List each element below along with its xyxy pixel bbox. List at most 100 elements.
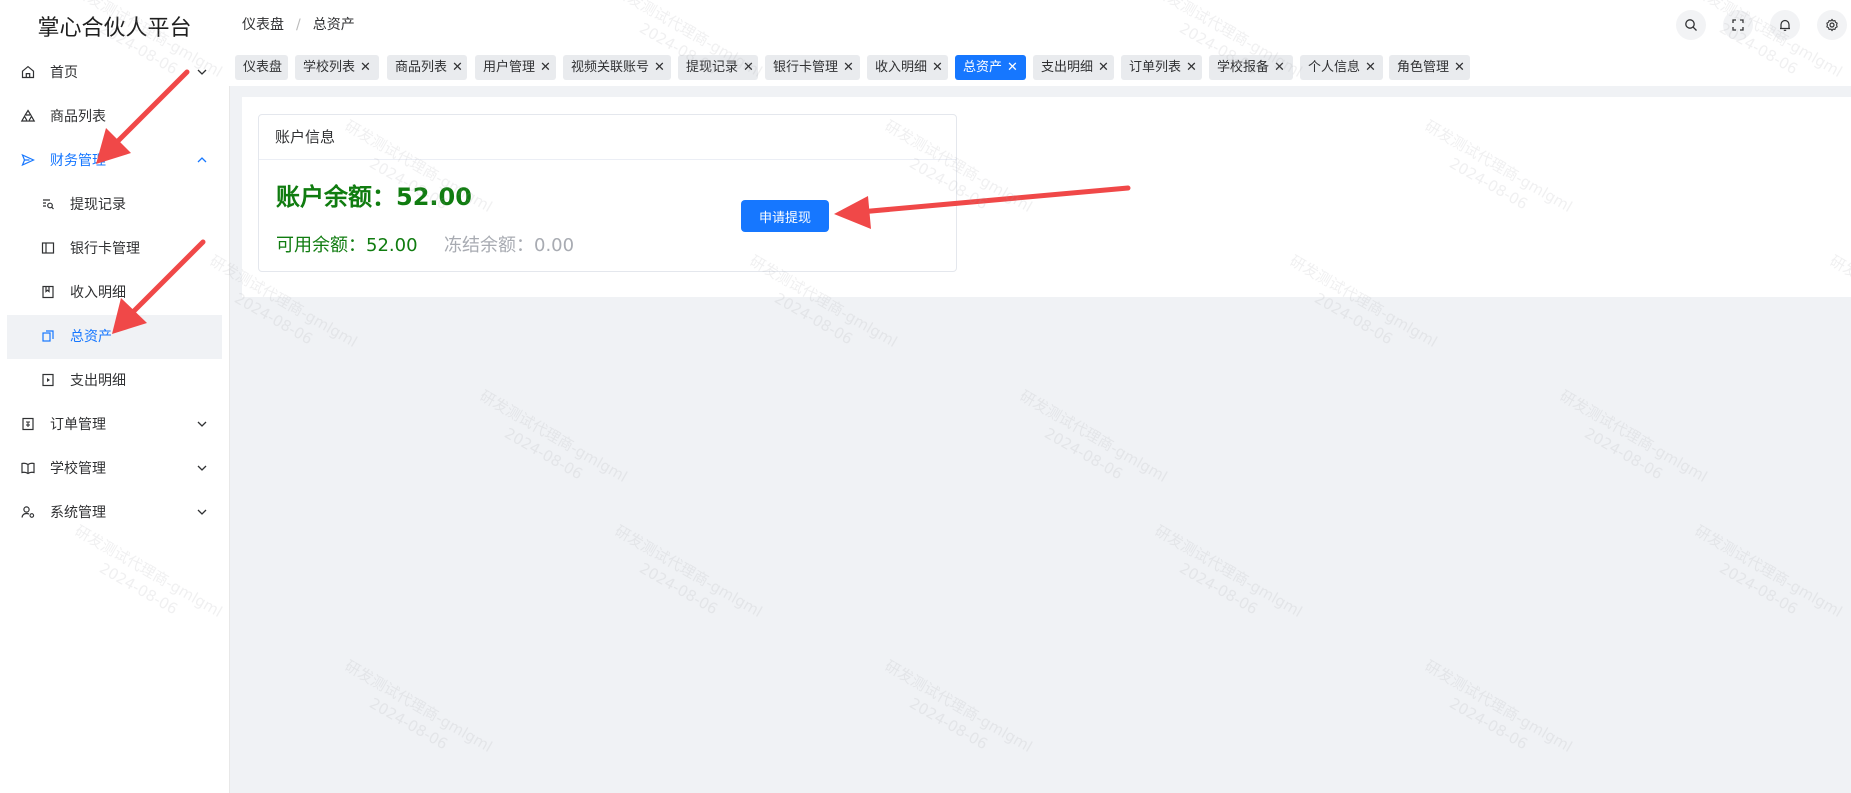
breadcrumb-home[interactable]: 仪表盘 — [242, 17, 284, 33]
tab-label: 角色管理 — [1397, 60, 1450, 75]
tab-label: 订单列表 — [1129, 60, 1182, 75]
tab-item[interactable]: 学校报备 ✕ — [1209, 55, 1293, 80]
tab-item[interactable]: 支出明细 ✕ — [1033, 55, 1114, 80]
account-info-card: 账户信息 账户余额：52.00 可用余额：52.00 冻结余额：0.00 — [258, 114, 957, 272]
play-doc-icon — [40, 372, 56, 388]
chevron-down-icon — [196, 418, 208, 430]
tab-item[interactable]: 视频关联账号 ✕ — [563, 55, 671, 80]
chevron-down-icon — [196, 66, 208, 78]
watermark-text: 研发测试代理商-gmlgml2024-08-06 — [466, 386, 631, 504]
watermark-line2: 2024-08-06 — [1041, 424, 1126, 484]
close-icon[interactable]: ✕ — [540, 60, 551, 75]
sidebar-item-total-assets[interactable]: 总资产 — [7, 315, 222, 359]
watermark-line2: 2024-08-06 — [1716, 559, 1801, 619]
tab-item[interactable]: 个人信息 ✕ — [1300, 55, 1383, 80]
watermark-text: 研发测试代理商-gmlgml2024-08-06 — [1141, 521, 1306, 639]
tab-item[interactable]: 商品列表 ✕ — [387, 55, 467, 80]
tab-item[interactable]: 收入明细 ✕ — [867, 55, 948, 80]
watermark-text: 研发测试代理商-gmlgml2024-08-06 — [601, 521, 766, 639]
watermark-text: 研发测试代理商-gmlgml2024-08-06 — [331, 656, 496, 774]
sidebar-item-expense-details[interactable]: 支出明细 — [0, 359, 229, 403]
header-search-button[interactable] — [1676, 10, 1706, 40]
apply-withdraw-button[interactable]: 申请提现 — [741, 200, 829, 232]
tab-item[interactable]: 仪表盘 — [235, 55, 288, 80]
sidebar-item-home[interactable]: 首页 — [0, 51, 229, 95]
header-notifications-button[interactable] — [1770, 10, 1800, 40]
watermark-text: 研发测试代理商-gmlgml2024-08-06 — [1681, 521, 1846, 639]
sidebar-item-label: 提现记录 — [70, 197, 126, 213]
breadcrumb-separator: / — [296, 17, 301, 33]
close-icon[interactable]: ✕ — [1274, 60, 1285, 75]
watermark-line1: 研发测试代理商-gmlgml — [881, 656, 1036, 756]
watermark-line2: 2024-08-06 — [366, 694, 451, 754]
available-balance: 可用余额：52.00 — [276, 235, 418, 256]
chevron-down-icon — [196, 506, 208, 518]
breadcrumb: 仪表盘 / 总资产 — [242, 0, 355, 50]
sidebar-item-label: 银行卡管理 — [70, 241, 140, 257]
sidebar-item-products[interactable]: 商品列表 — [0, 95, 229, 139]
tab-label: 个人信息 — [1308, 60, 1361, 75]
app-logo-title: 掌心合伙人平台 — [37, 16, 192, 41]
fullscreen-icon — [1731, 18, 1745, 32]
watermark-line1: 研发测试代理商-gmlgml — [1691, 521, 1846, 621]
close-icon[interactable]: ✕ — [843, 60, 854, 75]
tab-item[interactable]: 提现记录 ✕ — [678, 55, 758, 80]
tab-label: 总资产 — [963, 60, 1003, 75]
watermark-line1: 研发测试代理商-gmlgml — [341, 656, 496, 756]
sidebar-item-finance[interactable]: 财务管理 — [0, 139, 229, 183]
tab-label: 用户管理 — [483, 60, 536, 75]
search-icon — [1684, 18, 1698, 32]
tab-item[interactable]: 学校列表 ✕ — [295, 55, 379, 80]
watermark-text: 研发测试代理商-gmlgml2024-08-06 — [871, 656, 1036, 774]
watermark-text: 研发测试代理商-gmlgml2024-08-06 — [1546, 386, 1711, 504]
close-icon[interactable]: ✕ — [452, 60, 463, 75]
tab-item[interactable]: 订单列表 ✕ — [1121, 55, 1202, 80]
close-icon[interactable]: ✕ — [654, 60, 665, 75]
tab-label: 商品列表 — [395, 60, 448, 75]
tab-item[interactable]: 角色管理 ✕ — [1389, 55, 1470, 80]
sidebar-item-system[interactable]: 系统管理 — [0, 491, 229, 535]
tab-item[interactable]: 银行卡管理 ✕ — [765, 55, 860, 80]
watermark-line1: 研发测试代理商-gmlgml — [1016, 386, 1171, 486]
sidebar-item-schools[interactable]: 学校管理 — [0, 447, 229, 491]
sidebar-item-label: 支出明细 — [70, 373, 126, 389]
header-fullscreen-button[interactable] — [1723, 10, 1753, 40]
gear-icon — [1825, 18, 1839, 32]
tab-label: 收入明细 — [875, 60, 928, 75]
bell-icon — [1778, 18, 1792, 32]
close-icon[interactable]: ✕ — [1365, 60, 1376, 75]
tab-label: 学校报备 — [1217, 60, 1270, 75]
sidebar-item-withdraw-records[interactable]: 提现记录 — [0, 183, 229, 227]
sidebar-item-bank-cards[interactable]: 银行卡管理 — [0, 227, 229, 271]
card-title: 账户信息 — [259, 115, 956, 160]
sidebar-item-label: 首页 — [50, 65, 78, 81]
account-balance: 账户余额：52.00 — [276, 183, 472, 211]
close-icon[interactable]: ✕ — [1098, 60, 1109, 75]
card-icon — [40, 240, 56, 256]
sidebar: 掌心合伙人平台 首页 商品列表 财务管理 提现记录 银行卡管理 收入明细 总资产… — [0, 0, 230, 793]
watermark-line2: 2024-08-06 — [1581, 424, 1666, 484]
tab-label: 提现记录 — [686, 60, 739, 75]
close-icon[interactable]: ✕ — [1007, 60, 1018, 75]
close-icon[interactable]: ✕ — [1454, 60, 1465, 75]
header-settings-button[interactable] — [1817, 10, 1847, 40]
close-icon[interactable]: ✕ — [743, 60, 754, 75]
tab-label: 仪表盘 — [243, 60, 283, 75]
bookmark-doc-icon — [40, 284, 56, 300]
watermark-text: 研发测试代理商-gmlgml2024-08-06 — [1411, 656, 1576, 774]
book-icon — [20, 460, 36, 476]
close-icon[interactable]: ✕ — [932, 60, 943, 75]
tab-item[interactable]: 总资产 ✕ — [955, 55, 1026, 80]
tab-label: 支出明细 — [1041, 60, 1094, 75]
watermark-line1: 研发测试代理商-gmlgml — [476, 386, 631, 486]
sidebar-item-income-details[interactable]: 收入明细 — [0, 271, 229, 315]
watermark-line2: 2024-08-06 — [636, 559, 721, 619]
close-icon[interactable]: ✕ — [360, 60, 371, 75]
breadcrumb-current: 总资产 — [312, 17, 355, 33]
sidebar-item-orders[interactable]: 订单管理 — [0, 403, 229, 447]
close-icon[interactable]: ✕ — [1186, 60, 1197, 75]
watermark-line2: 2024-08-06 — [1446, 694, 1531, 754]
watermark-line2: 2024-08-06 — [501, 424, 586, 484]
tab-item[interactable]: 用户管理 ✕ — [475, 55, 556, 80]
watermark-line1: 研发测试代理商-gmlgml — [1556, 386, 1711, 486]
